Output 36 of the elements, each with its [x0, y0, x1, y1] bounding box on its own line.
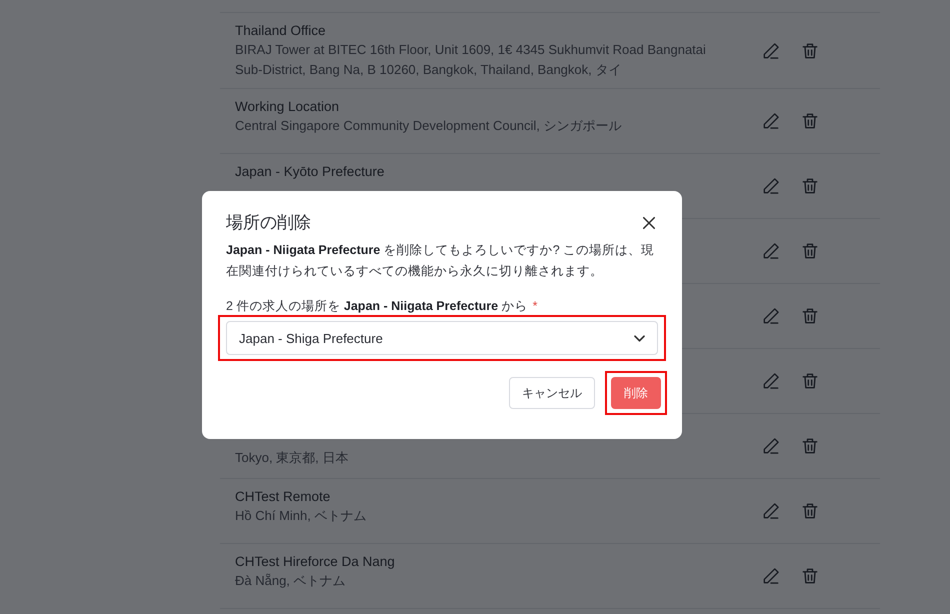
location-name: Japan - Kyōto Prefecture — [235, 163, 386, 181]
trash-icon[interactable] — [800, 111, 820, 131]
edit-icon[interactable] — [761, 566, 781, 586]
trash-icon[interactable] — [800, 40, 820, 60]
location-address: Tokyo, 東京都, 日本 — [235, 449, 350, 467]
dialog-message: Japan - Niigata Prefecture を削除してもよろしいですか? この場所は、現在関連付けられているすべての機能から永久に切り離されます。 — [226, 242, 656, 280]
edit-icon[interactable] — [761, 241, 781, 261]
trash-icon[interactable] — [800, 501, 820, 521]
trash-icon[interactable] — [800, 436, 820, 456]
select-field[interactable]: Japan - Shiga Prefecture — [226, 321, 658, 355]
location-name: Thailand Office — [235, 22, 327, 40]
cancel-button[interactable]: キャンセル — [509, 377, 595, 409]
edit-icon[interactable] — [761, 436, 781, 456]
edit-icon[interactable] — [761, 111, 781, 131]
edit-icon[interactable] — [761, 371, 781, 391]
trash-icon[interactable] — [800, 306, 820, 326]
location-address: BIRAJ Tower at BITEC 16th Floor, Unit 1609, 1€ 4345 Sukhumvit Road Bangnatai Sub-District, Bang Na, B 10260, Bangkok, Thailand, Bangkok, タイ — [235, 41, 707, 79]
edit-icon[interactable] — [761, 40, 781, 60]
location-name: Working Location — [235, 98, 340, 116]
location-address: Đà Nẵng, ベトナム — [235, 572, 347, 590]
field-label: 2 件の求人の場所を Japan - Niigata Prefecture から — [226, 299, 528, 313]
edit-icon[interactable] — [761, 306, 781, 326]
location-address: Central Singapore Community Development Council, シンガポール — [235, 117, 623, 135]
close-icon[interactable] — [642, 216, 656, 230]
trash-icon[interactable] — [800, 176, 820, 196]
dialog-title: 場所の削除 — [226, 212, 311, 234]
trash-icon[interactable] — [800, 241, 820, 261]
trash-icon[interactable] — [800, 371, 820, 391]
location-name: CHTest Hireforce Da Nang — [235, 553, 396, 571]
required-mark: * — [532, 299, 538, 313]
location-address: Hồ Chí Minh, ベトナム — [235, 507, 368, 525]
location-name: CHTest Remote — [235, 488, 332, 506]
edit-icon[interactable] — [761, 176, 781, 196]
edit-icon[interactable] — [761, 501, 781, 521]
trash-icon[interactable] — [800, 566, 820, 586]
chevron-icon — [634, 334, 645, 342]
